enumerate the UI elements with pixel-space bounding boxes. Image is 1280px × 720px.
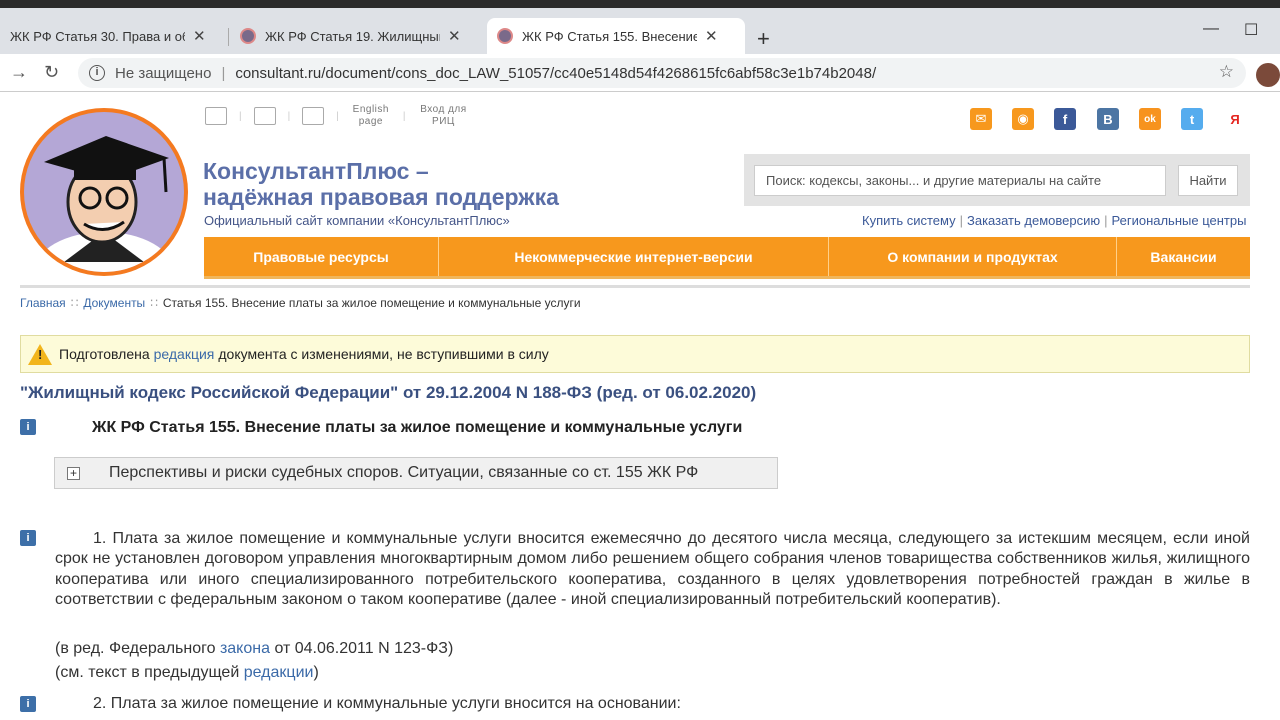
edition-note-1: (в ред. Федерального закона от 04.06.201… xyxy=(55,640,454,657)
rss-icon[interactable]: ◉ xyxy=(1012,108,1034,130)
breadcrumb-documents[interactable]: Документы xyxy=(83,296,145,310)
sitemap-icon[interactable] xyxy=(205,107,227,125)
header-divider xyxy=(20,285,1250,288)
law-link[interactable]: закона xyxy=(220,640,270,657)
tab-title: ЖК РФ Статья 30. Права и обязанности xyxy=(10,28,185,44)
tab-strip: ЖК РФ Статья 30. Права и обязанности ✕ Ж… xyxy=(0,8,1280,54)
menu-about-company[interactable]: О компании и продуктах xyxy=(829,237,1117,276)
brand-title: КонсультантПлюс – надёжная правовая подд… xyxy=(203,158,559,210)
reload-icon[interactable]: ↻ xyxy=(44,62,59,83)
consultant-favicon-icon xyxy=(497,28,513,44)
tab-separator xyxy=(228,28,229,46)
profile-avatar[interactable] xyxy=(1256,63,1280,87)
buy-system-link[interactable]: Купить систему xyxy=(862,213,956,228)
edition-note-2: (см. текст в предыдущей редакции) xyxy=(55,664,319,681)
twitter-icon[interactable]: t xyxy=(1181,108,1203,130)
notice-text-before: Подготовлена xyxy=(59,346,150,362)
web-page: | | | English page | Вход для РИЦ ✉ ◉ f Bok t… xyxy=(0,92,1280,720)
tab-title: ЖК РФ Статья 155. Внесение платы xyxy=(522,28,697,44)
security-status: Не защищено xyxy=(115,64,212,82)
breadcrumb: Главная ∷ Документы ∷ Статья 155. Внесение п… xyxy=(20,296,581,310)
main-menu: Правовые ресурсы Некоммерческие интернет… xyxy=(204,237,1250,279)
tab-title: ЖК РФ Статья 19. Жилищный фонд xyxy=(265,28,440,44)
breadcrumb-home[interactable]: Главная xyxy=(20,296,66,310)
tab-article-30[interactable]: ЖК РФ Статья 30. Права и обязанности ✕ xyxy=(0,18,228,54)
envelope-icon[interactable] xyxy=(302,107,325,125)
previous-edition-link[interactable]: редакции xyxy=(244,664,314,681)
expander-label: Перспективы и риски судебных споров. Сит… xyxy=(109,464,699,481)
window-top-edge xyxy=(0,0,1280,8)
edition-notice: ! Подготовлена редакция документа с изме… xyxy=(20,335,1250,373)
brand-title-line2: надёжная правовая поддержка xyxy=(203,184,559,210)
yandex-icon[interactable]: Я xyxy=(1224,108,1246,130)
url-text[interactable]: consultant.ru/document/cons_doc_LAW_5105… xyxy=(235,65,876,82)
paragraph-1: 1. Плата за жилое помещение и коммунальн… xyxy=(55,530,1250,609)
close-tab-icon[interactable]: ✕ xyxy=(705,27,718,45)
edition-link[interactable]: редакция xyxy=(154,346,215,362)
menu-noncommercial-versions[interactable]: Некоммерческие интернет-версии xyxy=(439,237,829,276)
expand-plus-icon[interactable]: + xyxy=(67,467,80,480)
document-title[interactable]: "Жилищный кодекс Российской Федерации" о… xyxy=(20,383,756,403)
order-demo-link[interactable]: Заказать демоверсию xyxy=(967,213,1100,228)
menu-vacancies[interactable]: Вакансии xyxy=(1117,237,1250,276)
minimize-icon[interactable]: — xyxy=(1203,20,1219,38)
browser-toolbar: → ↻ i Не защищено | consultant.ru/docume… xyxy=(0,54,1280,92)
tab-article-155[interactable]: ЖК РФ Статья 155. Внесение платы ✕ xyxy=(487,18,745,54)
article-title: ЖК РФ Статья 155. Внесение платы за жило… xyxy=(92,419,743,436)
breadcrumb-current: Статья 155. Внесение платы за жилое поме… xyxy=(162,296,581,310)
facebook-icon[interactable]: f xyxy=(1054,108,1076,130)
search-button[interactable]: Найти xyxy=(1178,165,1238,196)
court-risks-expander[interactable]: + Перспективы и риски судебных споров. С… xyxy=(54,457,778,489)
vk-icon[interactable]: B xyxy=(1097,108,1119,130)
calculator-icon[interactable] xyxy=(253,107,276,125)
english-page-link[interactable]: English page xyxy=(351,104,391,128)
forward-arrow-icon[interactable]: → xyxy=(10,62,28,83)
close-tab-icon[interactable]: ✕ xyxy=(448,27,461,45)
close-tab-icon[interactable]: ✕ xyxy=(193,27,206,45)
mail-icon[interactable]: ✉ xyxy=(970,108,992,130)
browser-chrome: ЖК РФ Статья 30. Права и обязанности ✕ Ж… xyxy=(0,0,1280,92)
notice-text-after: документа с изменениями, не вступившими … xyxy=(218,346,549,362)
professor-mascot-icon xyxy=(24,112,184,272)
info-icon[interactable]: i xyxy=(20,419,36,435)
site-search: Поиск: кодексы, законы... и другие матер… xyxy=(744,154,1250,206)
brand-title-line1: КонсультантПлюс – xyxy=(203,158,429,184)
brand-subtitle: Официальный сайт компании «КонсультантПл… xyxy=(204,213,510,228)
odnoklassniki-icon[interactable]: ok xyxy=(1139,108,1161,130)
bookmark-star-icon[interactable]: ☆ xyxy=(1219,62,1234,82)
paragraph-2: 2. Плата за жилое помещение и коммунальн… xyxy=(93,695,681,712)
menu-legal-resources[interactable]: Правовые ресурсы xyxy=(204,237,439,276)
consultant-favicon-icon xyxy=(240,28,256,44)
address-bar[interactable]: i Не защищено | consultant.ru/document/c… xyxy=(78,58,1246,88)
regional-centers-link[interactable]: Региональные центры xyxy=(1112,213,1247,228)
tab-article-19[interactable]: ЖК РФ Статья 19. Жилищный фонд ✕ xyxy=(230,18,485,54)
header-sublinks: Купить систему | Заказать демоверсию | Регио… xyxy=(862,213,1247,228)
maximize-icon[interactable]: ☐ xyxy=(1244,20,1258,40)
top-utility-links: | | | English page | Вход для РИЦ xyxy=(205,104,481,128)
consultant-logo[interactable] xyxy=(20,108,188,276)
divider: | xyxy=(221,64,226,82)
ric-login-link[interactable]: Вход для РИЦ xyxy=(417,104,469,128)
info-icon[interactable]: i xyxy=(20,696,36,712)
info-icon[interactable]: i xyxy=(89,65,105,81)
new-tab-button[interactable]: + xyxy=(757,26,770,52)
info-icon[interactable]: i xyxy=(20,530,36,546)
search-input[interactable]: Поиск: кодексы, законы... и другие матер… xyxy=(754,165,1166,196)
